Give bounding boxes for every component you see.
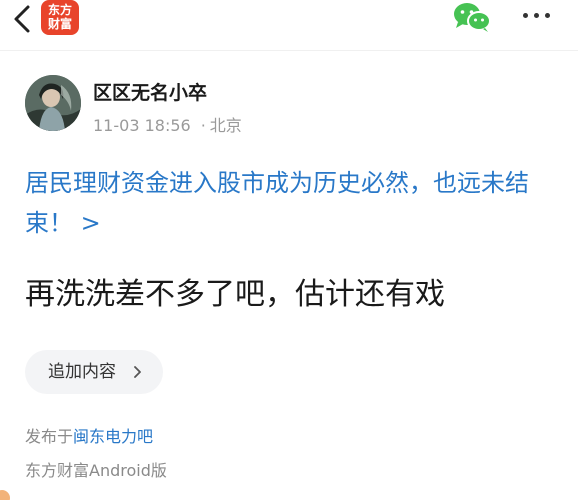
post-title-link[interactable]: 居民理财资金进入股市成为历史必然，也远未结束！ > bbox=[25, 163, 560, 243]
client-source: 东方财富Android版 bbox=[25, 461, 167, 480]
app-logo: 东方 财富 bbox=[41, 0, 79, 35]
floating-emoji-icon bbox=[0, 490, 10, 500]
forum-link[interactable]: 闽东电力吧 bbox=[73, 427, 153, 446]
header-divider bbox=[0, 50, 578, 51]
add-content-button[interactable]: 追加内容 bbox=[25, 350, 163, 394]
post-date: 11-03 18:56 bbox=[93, 116, 191, 135]
post-meta: 11-03 18:56 · 北京 bbox=[93, 112, 242, 136]
post-location: 北京 bbox=[209, 116, 242, 135]
post-detail-page: 东方 财富 区区无名小卒 11-03 18:56 · 北京 居民理财资金进入股市… bbox=[0, 0, 578, 500]
more-dot bbox=[523, 13, 528, 18]
chevron-right-icon bbox=[134, 366, 141, 378]
app-logo-line1: 东方 bbox=[47, 3, 72, 17]
back-arrow-icon[interactable] bbox=[8, 2, 36, 36]
wechat-icon[interactable] bbox=[452, 1, 492, 33]
author-avatar[interactable] bbox=[25, 75, 81, 131]
app-logo-line2: 财富 bbox=[47, 17, 72, 31]
more-dot bbox=[545, 13, 550, 18]
more-dots-icon[interactable] bbox=[520, 10, 554, 22]
more-dot bbox=[534, 13, 539, 18]
add-content-label: 追加内容 bbox=[48, 362, 116, 382]
avatar-figure-icon bbox=[25, 75, 81, 131]
published-in: 发布于闽东电力吧 bbox=[25, 423, 153, 447]
post-body-text: 再洗洗差不多了吧，估计还有戏 bbox=[25, 277, 445, 312]
author-name[interactable]: 区区无名小卒 bbox=[93, 78, 207, 105]
top-navigation-bar: 东方 财富 bbox=[0, 0, 578, 44]
published-prefix: 发布于 bbox=[25, 427, 74, 446]
meta-separator: · bbox=[200, 116, 206, 135]
